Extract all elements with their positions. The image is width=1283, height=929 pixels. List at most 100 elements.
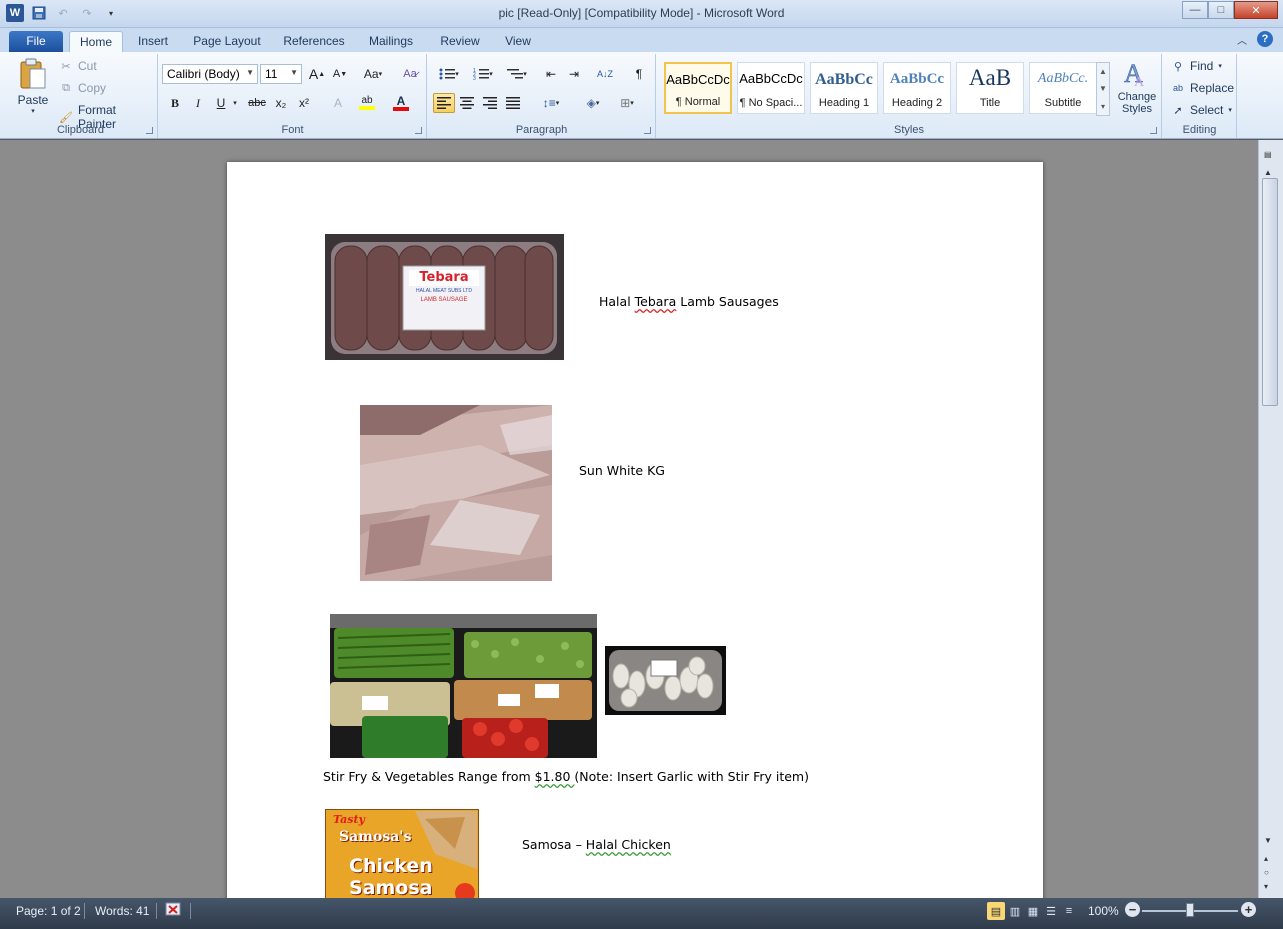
style-normal[interactable]: AaBbCcDc ¶ Normal xyxy=(664,62,732,114)
copy-button[interactable]: ⧉ Copy xyxy=(59,81,106,95)
font-launcher-icon[interactable] xyxy=(415,127,422,134)
document-page[interactable]: Tebara HALAL MEAT SUBS LTD LAMB SAUSAGE … xyxy=(227,162,1043,898)
underline-button[interactable]: U xyxy=(210,93,232,113)
close-button[interactable]: ✕ xyxy=(1234,1,1278,19)
highlight-button[interactable]: ab xyxy=(356,93,378,113)
tab-references[interactable]: References xyxy=(279,31,349,52)
ruler-toggle-icon[interactable]: ▤ xyxy=(1264,150,1272,159)
change-styles-button[interactable]: AA Change Styles xyxy=(1115,58,1159,115)
superscript-button[interactable]: x² xyxy=(293,93,315,113)
styles-gallery-scroll[interactable]: ▲ ▼ ▾ xyxy=(1096,62,1110,116)
document-area[interactable]: Tebara HALAL MEAT SUBS LTD LAMB SAUSAGE … xyxy=(0,140,1258,898)
italic-button[interactable]: I xyxy=(187,93,209,113)
find-button[interactable]: ⚲ Find ▾ xyxy=(1171,59,1222,73)
help-icon[interactable]: ? xyxy=(1257,31,1273,47)
style-subtitle[interactable]: AaBbCc. Subtitle xyxy=(1029,62,1097,114)
line-spacing-button[interactable]: ↕≡ ▾ xyxy=(536,93,566,113)
replace-button[interactable]: ab Replace xyxy=(1171,81,1234,95)
minimize-ribbon-icon[interactable]: ︿ xyxy=(1237,32,1247,47)
decrease-indent-icon[interactable]: ⇤ xyxy=(540,64,562,84)
change-case-button[interactable]: Aa ▾ xyxy=(359,64,387,84)
tab-insert[interactable]: Insert xyxy=(132,31,174,52)
tab-home[interactable]: Home xyxy=(69,31,123,52)
maximize-button[interactable]: □ xyxy=(1208,1,1234,19)
strikethrough-button[interactable]: abc xyxy=(246,93,268,113)
zoom-level[interactable]: 100% xyxy=(1088,904,1119,918)
increase-indent-icon[interactable]: ⇥ xyxy=(563,64,585,84)
vertical-scrollbar[interactable]: ▤ ▲ ▼ ▴ ○ ▾ xyxy=(1258,140,1283,898)
shading-button[interactable]: ◈ ▾ xyxy=(578,93,608,113)
sausages-image[interactable]: Tebara HALAL MEAT SUBS LTD LAMB SAUSAGE xyxy=(325,234,564,360)
shrink-font-button[interactable]: A ▼ xyxy=(329,64,351,84)
item-sun-white: Sun White KG xyxy=(579,463,665,478)
editing-group: ⚲ Find ▾ ab Replace ➚ Select ▾ Editing xyxy=(1163,54,1237,138)
chicken-samosa-image[interactable]: Tasty Samosa's Chicken Samosa xyxy=(325,809,479,898)
underline-dropdown-icon[interactable]: ▾ xyxy=(230,93,240,113)
multilevel-list-button[interactable]: ▾ xyxy=(502,64,532,84)
subscript-button[interactable]: x₂ xyxy=(270,93,292,113)
tab-view[interactable]: View xyxy=(500,31,536,52)
sort-icon[interactable]: A↓Z xyxy=(594,64,616,84)
title-bar: W ↶ ↷ ▾ pic [Read-Only] [Compatibility M… xyxy=(0,0,1283,28)
paste-button[interactable]: Paste ▾ xyxy=(12,58,54,116)
style-heading-2[interactable]: AaBbCc Heading 2 xyxy=(883,62,951,114)
sausage-product-label: LAMB SAUSAGE xyxy=(420,297,468,303)
zoom-slider-thumb[interactable] xyxy=(1186,903,1194,917)
paste-dropdown-icon[interactable]: ▾ xyxy=(12,107,54,115)
font-size-select[interactable]: 11 ▼ xyxy=(260,64,302,84)
status-divider xyxy=(190,903,191,919)
font-color-button[interactable]: A xyxy=(390,93,412,113)
justify-icon xyxy=(506,97,520,109)
select-button[interactable]: ➚ Select ▾ xyxy=(1171,103,1231,117)
draft-view-icon[interactable]: ≡ xyxy=(1060,902,1078,920)
clipboard-launcher-icon[interactable] xyxy=(146,127,153,134)
tab-file[interactable]: File xyxy=(9,31,63,52)
more-styles-icon[interactable]: ▾ xyxy=(1101,102,1105,111)
clear-formatting-button[interactable]: Aa̷ xyxy=(399,64,421,84)
web-layout-view-icon[interactable]: ▦ xyxy=(1024,902,1042,920)
grow-font-button[interactable]: A ▲ xyxy=(306,64,328,84)
previous-page-icon[interactable]: ▴ xyxy=(1264,854,1268,863)
minimize-button[interactable]: — xyxy=(1182,1,1208,19)
scroll-up-icon[interactable]: ▲ xyxy=(1264,168,1272,177)
fish-fillet-image[interactable] xyxy=(360,405,552,581)
numbering-button[interactable]: 1 2 3 ▾ xyxy=(468,64,498,84)
text-effects-icon[interactable]: A xyxy=(327,93,349,113)
print-layout-view-icon[interactable]: ▤ xyxy=(987,902,1005,920)
font-family-select[interactable]: Calibri (Body) ▼ xyxy=(162,64,258,84)
chevron-down-icon[interactable]: ▼ xyxy=(1099,84,1107,93)
garlic-image[interactable] xyxy=(605,646,726,715)
align-center-button[interactable] xyxy=(456,93,478,113)
paragraph-launcher-icon[interactable] xyxy=(644,127,651,134)
tab-mailings[interactable]: Mailings xyxy=(362,31,420,52)
cut-button[interactable]: ✂ Cut xyxy=(59,59,96,73)
justify-button[interactable] xyxy=(502,93,524,113)
align-left-button[interactable] xyxy=(433,93,455,113)
item-lamb-sausages: Halal Tebara Lamb Sausages xyxy=(599,294,779,309)
style-no-spacing[interactable]: AaBbCcDc ¶ No Spaci... xyxy=(737,62,805,114)
tab-review[interactable]: Review xyxy=(433,31,487,52)
borders-icon: ⊞ xyxy=(620,96,631,110)
style-heading-1[interactable]: AaBbCc Heading 1 xyxy=(810,62,878,114)
show-marks-button[interactable]: ¶ xyxy=(628,64,650,84)
page-count[interactable]: Page: 1 of 2 xyxy=(16,904,81,918)
select-browse-object-icon[interactable]: ○ xyxy=(1264,868,1269,877)
style-title[interactable]: AaB Title xyxy=(956,62,1024,114)
next-page-icon[interactable]: ▾ xyxy=(1264,882,1268,891)
scrollbar-thumb[interactable] xyxy=(1262,178,1278,406)
full-screen-reading-view-icon[interactable]: ▥ xyxy=(1006,902,1024,920)
zoom-out-button[interactable]: − xyxy=(1125,902,1140,917)
bullets-button[interactable]: ▾ xyxy=(434,64,464,84)
borders-button[interactable]: ⊞ ▾ xyxy=(612,93,642,113)
scroll-down-icon[interactable]: ▼ xyxy=(1264,836,1272,845)
outline-view-icon[interactable]: ☰ xyxy=(1042,902,1060,920)
styles-launcher-icon[interactable] xyxy=(1150,127,1157,134)
tab-page-layout[interactable]: Page Layout xyxy=(188,31,266,52)
stir-fry-vegetables-image[interactable] xyxy=(330,614,597,758)
align-right-button[interactable] xyxy=(479,93,501,113)
zoom-in-button[interactable]: + xyxy=(1241,902,1256,917)
proofing-errors-icon[interactable] xyxy=(165,902,183,921)
chevron-up-icon[interactable]: ▲ xyxy=(1099,67,1107,76)
bold-button[interactable]: B xyxy=(164,93,186,113)
word-count[interactable]: Words: 41 xyxy=(95,904,149,918)
